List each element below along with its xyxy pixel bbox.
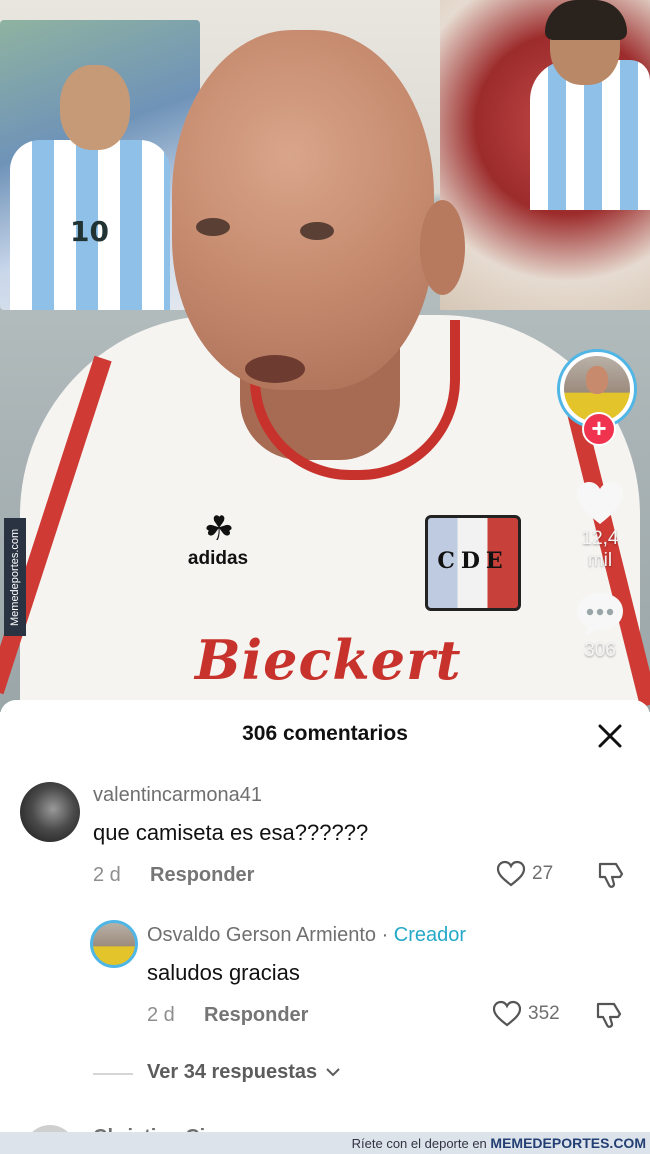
adidas-wordmark: adidas xyxy=(187,548,249,569)
comment-age: 2 d xyxy=(93,864,121,886)
comments-button[interactable]: 306 xyxy=(572,590,628,662)
creator-badge: Creador xyxy=(393,924,467,946)
side-watermark: Memedeportes.com xyxy=(4,518,26,636)
right-eye xyxy=(300,222,334,240)
dislike-button[interactable] xyxy=(596,860,626,895)
commenter-avatar[interactable] xyxy=(20,782,80,842)
man-head xyxy=(172,30,434,390)
heart-icon xyxy=(577,482,623,524)
video-player[interactable]: 10 ☘ adidas CDE Bieckert Memedeportes.co… xyxy=(0,0,650,712)
separator-dot: · xyxy=(381,924,389,946)
poster-number: 10 xyxy=(70,215,109,248)
view-replies-button[interactable]: Ver 34 respuestas xyxy=(147,1061,341,1084)
reply-username-row: Osvaldo Gerson Armiento · Creador xyxy=(147,924,466,947)
like-button[interactable]: 12,4 mil xyxy=(575,480,625,572)
comment-like-count: 27 xyxy=(532,863,554,884)
comment-username[interactable]: valentincarmona41 xyxy=(93,784,262,807)
crest-letters: CDE xyxy=(437,548,509,574)
reply-button[interactable]: Responder xyxy=(150,864,254,887)
comments-count: 306 xyxy=(584,640,616,661)
comment-like-button[interactable]: 27 xyxy=(496,860,553,888)
reply-like-count: 352 xyxy=(528,1003,560,1024)
man-ear xyxy=(420,200,465,295)
reply-username[interactable]: Osvaldo Gerson Armiento xyxy=(147,924,376,946)
poster-right-hair xyxy=(545,0,627,40)
mouth xyxy=(245,355,305,383)
comment-text: que camiseta es esa?????? xyxy=(93,820,369,845)
club-crest: CDE xyxy=(425,515,521,611)
reply-dislike-button[interactable] xyxy=(594,1000,624,1035)
left-eye xyxy=(196,218,230,236)
reply-reply-button[interactable]: Responder xyxy=(204,1004,308,1027)
close-button[interactable] xyxy=(596,722,624,750)
messi-poster: 10 xyxy=(0,20,200,310)
trefoil-icon: ☘ xyxy=(203,510,234,548)
view-replies-label: Ver 34 respuestas xyxy=(147,1061,318,1083)
banner-prefix: Ríete con el deporte en xyxy=(351,1136,487,1151)
sponsor-logo: Bieckert xyxy=(195,628,462,692)
poster-head xyxy=(60,65,130,150)
thumbs-down-icon xyxy=(596,1002,622,1028)
comments-title: 306 comentarios xyxy=(242,722,408,745)
close-icon xyxy=(598,724,622,748)
thumbs-down-icon xyxy=(598,862,624,888)
reply-age: 2 d xyxy=(147,1004,175,1026)
maradona-poster xyxy=(440,0,650,310)
comment-bubble-icon xyxy=(577,593,623,636)
reply-text: saludos gracias xyxy=(147,960,300,985)
follow-button[interactable]: + xyxy=(582,412,616,446)
adidas-logo: ☘ adidas xyxy=(178,512,258,570)
chevron-down-icon xyxy=(325,1068,340,1077)
banner-brand[interactable]: MEMEDEPORTES.COM xyxy=(490,1135,646,1151)
banner-text: Ríete con el deporte en MEMEDEPORTES.COM xyxy=(352,1135,646,1151)
creator-avatar-face xyxy=(586,366,608,394)
replies-divider xyxy=(93,1073,133,1075)
site-banner: Ríete con el deporte en MEMEDEPORTES.COM xyxy=(0,1132,650,1154)
comments-sheet: 306 comentarios valentincarmona41 que ca… xyxy=(0,700,650,1154)
creator-reply-avatar[interactable] xyxy=(90,920,138,968)
likes-count: 12,4 mil xyxy=(581,528,619,571)
heart-outline-icon xyxy=(496,860,526,887)
reply-like-button[interactable]: 352 xyxy=(492,1000,560,1028)
heart-outline-icon xyxy=(492,1000,522,1027)
